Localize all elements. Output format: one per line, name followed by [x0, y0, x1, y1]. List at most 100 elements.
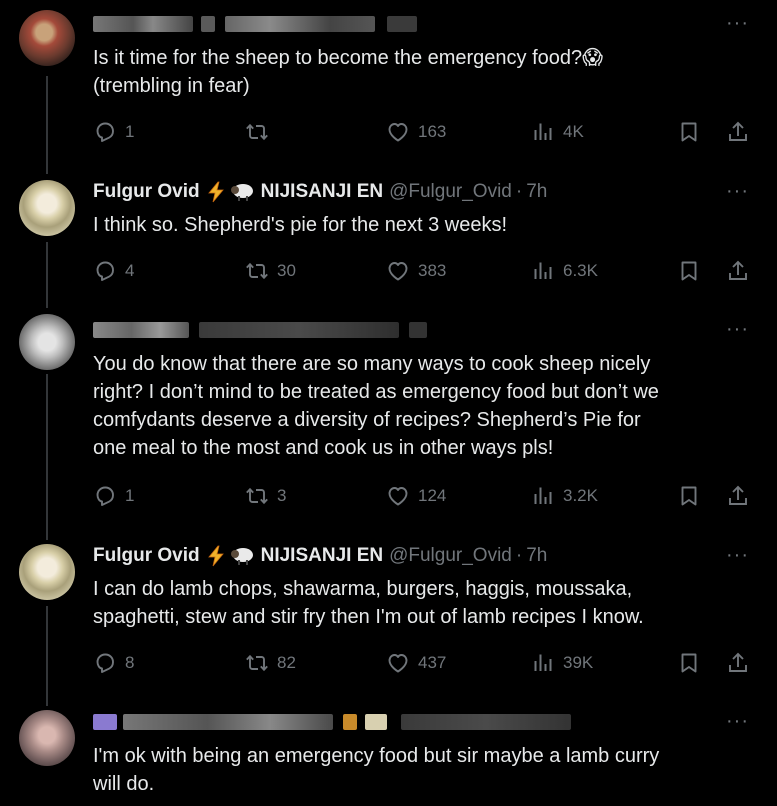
more-options-icon[interactable]: ···	[726, 12, 749, 35]
bookmark-icon	[677, 259, 701, 283]
reply-count: 4	[125, 261, 135, 280]
reply-button[interactable]: 1	[93, 120, 134, 144]
share-button[interactable]	[726, 120, 758, 144]
lightning-icon	[206, 181, 226, 203]
tweet-header: Fulgur Ovid NIJISANJI EN @Fulgur_Ovid · …	[93, 545, 547, 567]
like-count: 383	[418, 261, 447, 280]
like-button[interactable]: 383	[386, 259, 446, 283]
tweet-actions: 8 82 437 39K	[93, 651, 749, 675]
reply-count: 1	[125, 486, 135, 505]
retweet-button[interactable]: 30	[245, 259, 296, 283]
tweet-header: Fulgur Ovid NIJISANJI EN @Fulgur_Ovid · …	[93, 181, 547, 203]
avatar[interactable]	[19, 10, 75, 66]
view-count: 4K	[563, 122, 584, 141]
views-icon	[531, 120, 555, 144]
view-count: 3.2K	[563, 486, 598, 505]
tweet-text: Is it time for the sheep to become the e…	[93, 47, 604, 97]
share-button[interactable]	[726, 259, 758, 283]
lightning-icon	[206, 545, 226, 567]
more-options-icon[interactable]: ···	[726, 710, 749, 733]
like-button[interactable]: 437	[386, 651, 446, 675]
avatar[interactable]	[19, 710, 75, 766]
reply-count: 8	[125, 653, 135, 672]
more-options-icon[interactable]: ···	[726, 318, 749, 341]
author-org: NIJISANJI EN	[260, 181, 384, 202]
more-options-icon[interactable]: ···	[726, 544, 749, 567]
share-icon	[726, 259, 750, 283]
retweet-icon	[245, 484, 269, 508]
tweet-text: I think so. Shepherd's pie for the next …	[93, 214, 508, 236]
heart-icon	[386, 259, 410, 283]
like-button[interactable]: 124	[386, 484, 446, 508]
tweet-text: I can do lamb chops, shawarma, burgers, …	[93, 578, 644, 628]
timestamp[interactable]: 7h	[526, 545, 547, 567]
heart-icon	[386, 120, 410, 144]
retweet-count: 3	[277, 486, 287, 505]
views-button[interactable]: 6.3K	[531, 259, 598, 283]
view-count: 39K	[563, 653, 594, 672]
separator-dot: ·	[515, 545, 523, 566]
bookmark-icon	[677, 651, 701, 675]
share-icon	[726, 484, 750, 508]
more-options-icon[interactable]: ···	[726, 180, 749, 203]
reply-button[interactable]: 4	[93, 259, 134, 283]
retweet-button[interactable]	[245, 120, 277, 144]
views-button[interactable]: 4K	[531, 120, 584, 144]
sheep-icon	[229, 181, 255, 203]
author-name-blurred[interactable]	[93, 16, 417, 32]
tweet-text: You do know that there are so many ways …	[93, 353, 659, 459]
like-count: 163	[418, 122, 447, 141]
reply-icon	[93, 651, 117, 675]
thread-line	[46, 242, 48, 308]
separator-dot: ·	[515, 181, 523, 202]
heart-icon	[386, 484, 410, 508]
retweet-count: 82	[277, 653, 296, 672]
views-icon	[531, 259, 555, 283]
tweet-text: I'm ok with being an emergency food but …	[93, 745, 660, 795]
author-name[interactable]: Fulgur Ovid	[93, 545, 200, 567]
like-button[interactable]: 163	[386, 120, 446, 144]
reply-icon	[93, 484, 117, 508]
views-button[interactable]: 39K	[531, 651, 593, 675]
author-handle[interactable]: @Fulgur_Ovid	[389, 181, 512, 203]
timestamp[interactable]: 7h	[526, 181, 547, 203]
retweet-count: 30	[277, 261, 296, 280]
author-name-blurred[interactable]	[93, 322, 427, 338]
bookmark-button[interactable]	[677, 651, 709, 675]
bookmark-icon	[677, 120, 701, 144]
share-button[interactable]	[726, 484, 758, 508]
bookmark-button[interactable]	[677, 120, 709, 144]
reply-button[interactable]: 1	[93, 484, 134, 508]
author-name[interactable]: Fulgur Ovid	[93, 181, 200, 203]
bookmark-button[interactable]	[677, 259, 709, 283]
retweet-icon	[245, 651, 269, 675]
share-icon	[726, 120, 750, 144]
share-icon	[726, 651, 750, 675]
thread-line	[46, 374, 48, 540]
tweet-actions: 4 30 383 6.3K	[93, 259, 749, 283]
bookmark-button[interactable]	[677, 484, 709, 508]
author-name-blurred[interactable]	[93, 714, 571, 730]
retweet-button[interactable]: 82	[245, 651, 296, 675]
reply-button[interactable]: 8	[93, 651, 134, 675]
views-icon	[531, 651, 555, 675]
avatar[interactable]	[19, 314, 75, 370]
tweet-actions: 1 163 4K	[93, 120, 749, 144]
share-button[interactable]	[726, 651, 758, 675]
views-button[interactable]: 3.2K	[531, 484, 598, 508]
avatar[interactable]	[19, 180, 75, 236]
reply-count: 1	[125, 122, 135, 141]
like-count: 437	[418, 653, 447, 672]
sheep-icon	[229, 545, 255, 567]
like-count: 124	[418, 486, 447, 505]
bookmark-icon	[677, 484, 701, 508]
avatar[interactable]	[19, 544, 75, 600]
tweet-actions: 1 3 124 3.2K	[93, 484, 749, 508]
retweet-icon	[245, 259, 269, 283]
thread-line	[46, 76, 48, 174]
reply-icon	[93, 120, 117, 144]
heart-icon	[386, 651, 410, 675]
thread-line	[46, 606, 48, 706]
retweet-button[interactable]: 3	[245, 484, 286, 508]
author-handle[interactable]: @Fulgur_Ovid	[389, 545, 512, 567]
